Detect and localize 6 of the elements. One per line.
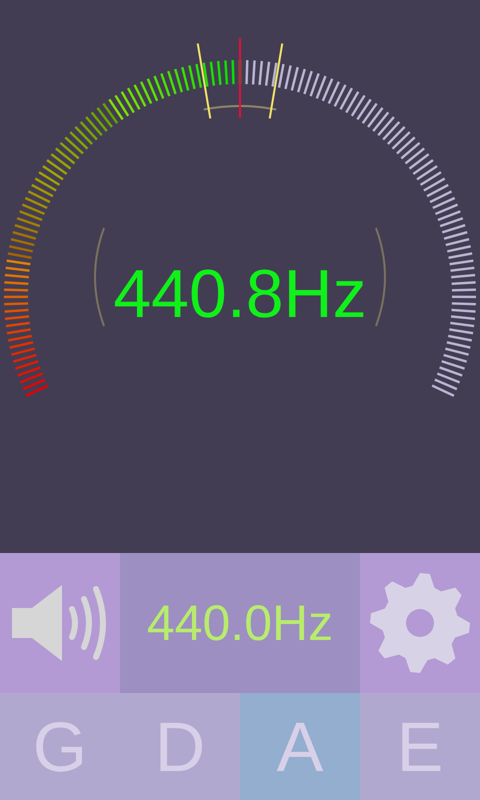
string-tab[interactable]: A	[240, 693, 360, 800]
sound-button[interactable]	[0, 553, 120, 693]
settings-icon	[368, 571, 472, 675]
reference-frequency: 440.0Hz	[120, 553, 360, 693]
frequency-reading: 440.8Hz	[113, 256, 367, 332]
settings-button[interactable]	[360, 553, 480, 693]
